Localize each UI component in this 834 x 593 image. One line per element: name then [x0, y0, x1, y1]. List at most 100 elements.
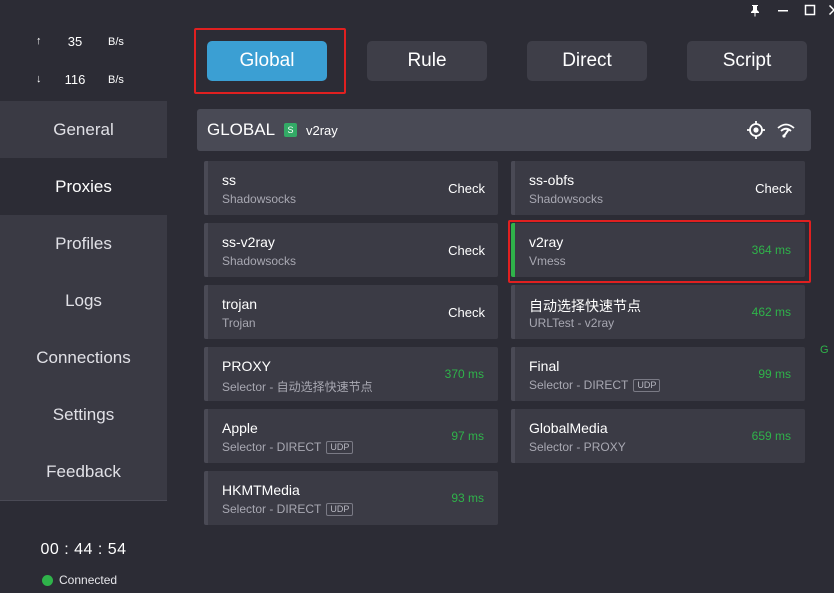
proxy-name: PROXY [222, 358, 272, 374]
proxy-name: HKMTMedia [222, 482, 300, 498]
nav-feedback-label: Feedback [46, 461, 121, 481]
proxy-card-proxy[interactable]: PROXY Selector - 自动选择快速节点 370 ms [204, 347, 498, 401]
proxy-type: Shadowsocks [222, 254, 296, 268]
proxy-card-auto-select[interactable]: 自动选择快速节点 URLTest - v2ray 462 ms [511, 285, 805, 339]
pin-icon-glyph [751, 4, 759, 16]
proxy-type: Shadowsocks [529, 192, 603, 206]
proxy-group-header[interactable]: GLOBAL S v2ray [197, 109, 811, 151]
wifi-speed-icon-glyph [777, 123, 795, 138]
proxy-name: Final [529, 358, 560, 374]
locate-icon-glyph [747, 121, 765, 139]
wifi-speed-icon[interactable] [776, 120, 796, 140]
check-latency-button[interactable]: Check [448, 181, 485, 196]
mode-script-button[interactable]: Script [687, 41, 807, 81]
proxy-latency[interactable]: 93 ms [451, 491, 484, 505]
maximize-icon-glyph [804, 4, 816, 16]
group-current-proxy: v2ray [306, 123, 338, 138]
edge-text: G [820, 344, 829, 356]
check-latency-button[interactable]: Check [755, 181, 792, 196]
proxy-card-apple[interactable]: Apple Selector - DIRECT UDP 97 ms [204, 409, 498, 463]
maximize-icon[interactable] [801, 2, 819, 18]
proxy-type-text: Selector - DIRECT [222, 502, 322, 516]
proxy-name: ss-obfs [529, 172, 575, 188]
upload-arrow-icon: ↑ [36, 35, 42, 47]
group-title: GLOBAL [207, 120, 276, 139]
proxy-type-text: Selector - DIRECT [222, 440, 322, 454]
mode-global-button[interactable]: Global [207, 41, 327, 81]
nav-proxies[interactable]: Proxies [0, 158, 167, 215]
proxy-type: URLTest - v2ray [529, 316, 614, 330]
nav-proxies-label: Proxies [55, 176, 112, 196]
proxy-type: Selector - DIRECT UDP [222, 502, 354, 516]
udp-badge: UDP [633, 378, 661, 392]
nav-settings[interactable]: Settings [0, 386, 167, 443]
proxy-type: Selector - PROXY [529, 440, 626, 454]
proxy-card-hkmtmedia[interactable]: HKMTMedia Selector - DIRECT UDP 93 ms [204, 471, 498, 525]
nav-settings-label: Settings [52, 404, 115, 424]
proxy-type: Selector - 自动选择快速节点 [222, 378, 373, 395]
proxy-type: Shadowsocks [222, 192, 296, 206]
check-latency-button[interactable]: Check [448, 243, 485, 258]
proxy-card-ss[interactable]: ss Shadowsocks Check [204, 161, 498, 215]
proxy-latency[interactable]: 462 ms [752, 305, 791, 319]
nav-profiles[interactable]: Profiles [0, 215, 167, 272]
connection-status[interactable]: Connected [42, 573, 117, 587]
nav-general[interactable]: General [0, 101, 167, 158]
pin-icon[interactable] [746, 2, 764, 18]
proxy-type: Vmess [529, 254, 566, 268]
traffic-monitor: ↑ 35 B/s ↓ 116 B/s [0, 0, 167, 101]
status-panel: 00 : 44 : 54 Connected [0, 500, 167, 593]
proxy-type: Trojan [222, 316, 256, 330]
nav-logs-label: Logs [65, 290, 102, 310]
proxy-card-v2ray[interactable]: v2ray Vmess 364 ms [511, 223, 805, 277]
upload-unit: B/s [108, 36, 124, 48]
proxy-latency[interactable]: 370 ms [445, 367, 484, 381]
proxy-type-text: Shadowsocks [222, 254, 297, 268]
window-controls [724, 0, 834, 20]
proxy-name: 自动选择快速节点 [529, 298, 641, 314]
proxy-latency[interactable]: 659 ms [752, 429, 791, 443]
status-dot-icon [42, 574, 53, 586]
nav-connections-label: Connections [36, 347, 131, 367]
upload-value: 35 [67, 34, 83, 49]
sidebar: ↑ 35 B/s ↓ 116 B/s General Proxies Profi… [0, 0, 167, 593]
proxy-type-text: Shadowsocks [222, 192, 297, 206]
upload-speed: ↑ 35 B/s [0, 33, 167, 53]
proxy-latency[interactable]: 99 ms [758, 367, 791, 381]
proxy-card-ss-obfs[interactable]: ss-obfs Shadowsocks Check [511, 161, 805, 215]
proxy-type-text: Selector - DIRECT [529, 378, 629, 392]
check-latency-button[interactable]: Check [448, 305, 485, 320]
close-icon[interactable] [825, 2, 834, 18]
mode-direct-button[interactable]: Direct [527, 41, 647, 81]
proxy-latency[interactable]: 97 ms [451, 429, 484, 443]
udp-badge: UDP [326, 440, 354, 454]
udp-badge: UDP [326, 502, 354, 516]
proxy-type: Selector - DIRECT UDP [529, 378, 661, 392]
nav-profiles-label: Profiles [55, 233, 112, 253]
minimize-icon[interactable] [774, 2, 792, 18]
proxy-type-text: Trojan [222, 316, 256, 330]
proxy-card-final[interactable]: Final Selector - DIRECT UDP 99 ms [511, 347, 805, 401]
nav-feedback[interactable]: Feedback [0, 443, 167, 500]
proxy-type-text: URLTest - v2ray [529, 316, 615, 330]
proxy-card-trojan[interactable]: trojan Trojan Check [204, 285, 498, 339]
mode-rule-button[interactable]: Rule [367, 41, 487, 81]
proxy-latency[interactable]: 364 ms [752, 243, 791, 257]
proxy-type-text: Vmess [529, 254, 566, 268]
proxy-type: Selector - DIRECT UDP [222, 440, 354, 454]
proxy-card-ss-v2ray[interactable]: ss-v2ray Shadowsocks Check [204, 223, 498, 277]
proxy-type-text: Selector - 自动选择快速节点 [222, 380, 373, 394]
proxy-name: v2ray [529, 234, 564, 250]
proxy-name: Apple [222, 420, 258, 436]
nav-connections[interactable]: Connections [0, 329, 167, 386]
locate-icon[interactable] [746, 120, 766, 140]
proxy-card-globalmedia[interactable]: GlobalMedia Selector - PROXY 659 ms [511, 409, 805, 463]
proxy-name: ss [222, 172, 236, 188]
proxy-name: ss-v2ray [222, 234, 275, 250]
proxy-type-text: Selector - PROXY [529, 440, 626, 454]
nav-logs[interactable]: Logs [0, 272, 167, 329]
connection-status-label: Connected [59, 573, 118, 587]
download-value: 116 [64, 72, 86, 87]
download-speed: ↓ 116 B/s [0, 71, 167, 91]
minimize-icon-glyph [778, 10, 788, 12]
